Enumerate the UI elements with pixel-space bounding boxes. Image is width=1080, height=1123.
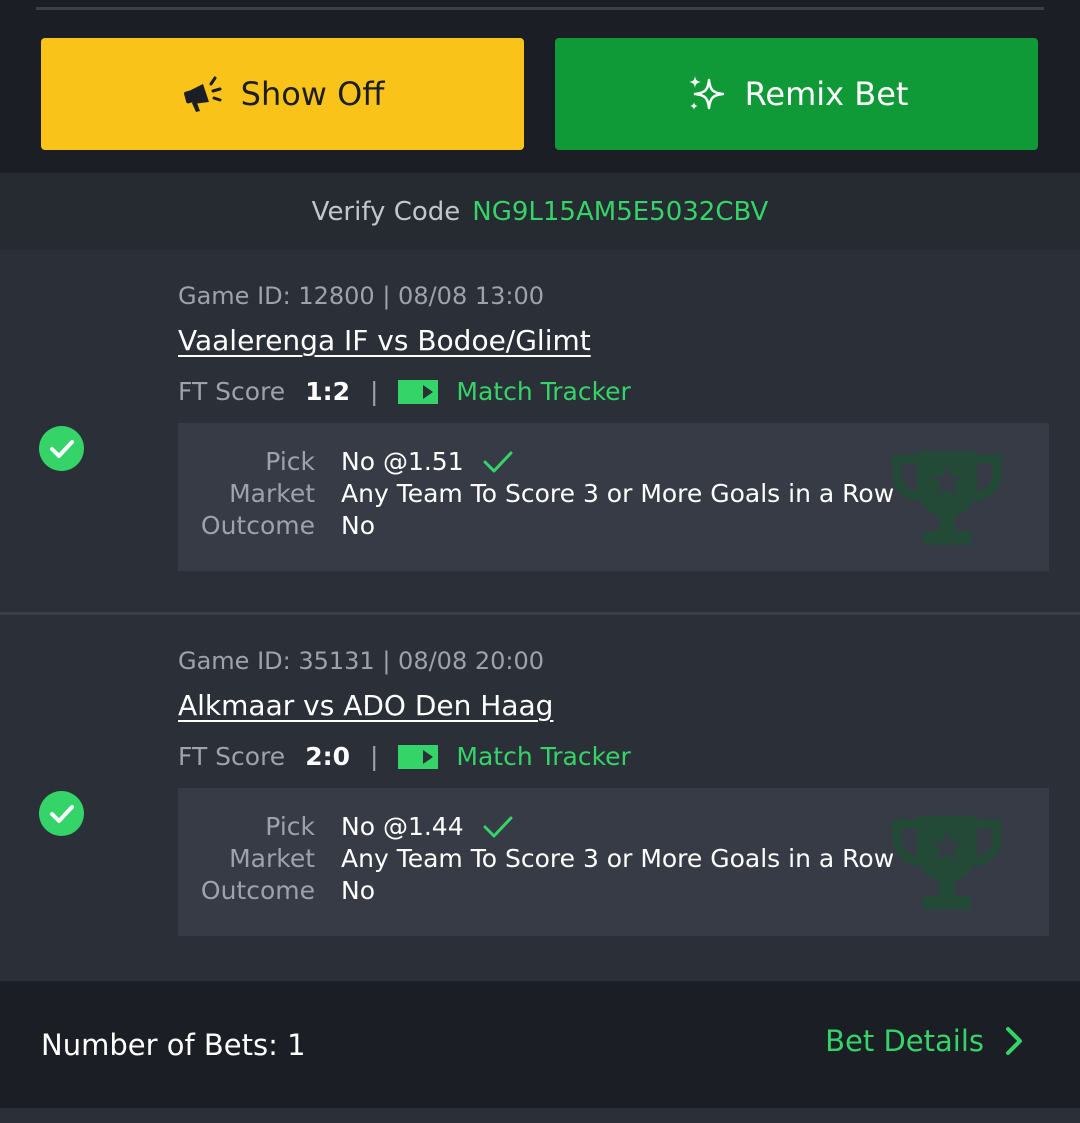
- trophy-icon: [892, 451, 1002, 545]
- sparkles-icon: [685, 72, 729, 116]
- score-row: FT Score 1:2 | Match Tracker: [178, 377, 631, 406]
- pick-value-wrap: No @1.51: [341, 447, 514, 476]
- bet-footer: Number of Bets: 1 Bet Details: [0, 984, 1080, 1108]
- outcome-row: Outcome No: [178, 511, 375, 540]
- game-meta: Game ID: 35131 | 08/08 20:00: [178, 647, 544, 675]
- pick-details-box: Pick No @1.44 Market Any Team To Score 3…: [178, 788, 1049, 936]
- pick-key: Pick: [265, 447, 315, 476]
- ft-score-label: FT Score: [178, 742, 286, 771]
- number-of-bets: Number of Bets: 1: [41, 1028, 306, 1062]
- trophy-icon: [892, 816, 1002, 910]
- pick-value: No @1.51: [341, 447, 464, 476]
- ft-score-value: 2:0: [305, 742, 350, 771]
- match-tracker-icon: [398, 379, 439, 404]
- pick-value-wrap: No @1.44: [341, 812, 514, 841]
- score-row: FT Score 2:0 | Match Tracker: [178, 742, 631, 771]
- check-circle-icon: [39, 791, 84, 836]
- chevron-right-icon: [1006, 1027, 1022, 1055]
- game-card: Game ID: 12800 | 08/08 13:00 Vaalerenga …: [0, 250, 1080, 612]
- match-tracker-label: Match Tracker: [456, 377, 631, 406]
- outcome-value: No: [341, 876, 375, 905]
- match-title-link[interactable]: Vaalerenga IF vs Bodoe/Glimt: [178, 324, 591, 357]
- pick-key: Pick: [265, 812, 315, 841]
- match-tracker-link[interactable]: Match Tracker: [398, 377, 631, 406]
- megaphone-icon: [181, 72, 225, 116]
- check-icon: [483, 451, 513, 472]
- show-off-label: Show Off: [240, 75, 385, 113]
- remix-bet-button[interactable]: Remix Bet: [555, 38, 1038, 150]
- check-icon: [483, 816, 513, 837]
- pick-details-box: Pick No @1.51 Market Any Team To Score 3…: [178, 423, 1049, 571]
- separator: |: [369, 377, 379, 406]
- remix-bet-label: Remix Bet: [744, 75, 909, 113]
- verify-code-label: Verify Code: [311, 196, 461, 227]
- verify-code-value[interactable]: NG9L15AM5E5032CBV: [472, 197, 768, 227]
- ft-score-label: FT Score: [178, 377, 286, 406]
- bottom-bar: [0, 1108, 1080, 1123]
- verify-code-bar: Verify Code NG9L15AM5E5032CBV: [0, 173, 1080, 250]
- bet-details-label: Bet Details: [825, 1024, 984, 1058]
- pick-value: No @1.44: [341, 812, 464, 841]
- outcome-key: Outcome: [200, 876, 315, 905]
- market-value: Any Team To Score 3 or More Goals in a R…: [341, 479, 895, 508]
- outcome-key: Outcome: [200, 511, 315, 540]
- match-tracker-icon: [398, 744, 439, 769]
- top-divider: [36, 7, 1044, 10]
- pick-row: Pick No @1.44: [178, 812, 514, 841]
- market-key: Market: [229, 844, 315, 873]
- show-off-button[interactable]: Show Off: [41, 38, 524, 150]
- check-circle-icon: [39, 426, 84, 471]
- outcome-row: Outcome No: [178, 876, 375, 905]
- match-tracker-label: Match Tracker: [456, 742, 631, 771]
- match-title-link[interactable]: Alkmaar vs ADO Den Haag: [178, 689, 553, 722]
- market-row: Market Any Team To Score 3 or More Goals…: [178, 479, 894, 508]
- market-value: Any Team To Score 3 or More Goals in a R…: [341, 844, 895, 873]
- market-row: Market Any Team To Score 3 or More Goals…: [178, 844, 894, 873]
- separator: |: [369, 742, 379, 771]
- ft-score-value: 1:2: [305, 377, 350, 406]
- pick-row: Pick No @1.51: [178, 447, 514, 476]
- game-card: Game ID: 35131 | 08/08 20:00 Alkmaar vs …: [0, 615, 1080, 981]
- bet-details-link[interactable]: Bet Details: [825, 1024, 1024, 1058]
- outcome-value: No: [341, 511, 375, 540]
- match-tracker-link[interactable]: Match Tracker: [398, 742, 631, 771]
- game-meta: Game ID: 12800 | 08/08 13:00: [178, 282, 544, 310]
- market-key: Market: [229, 479, 315, 508]
